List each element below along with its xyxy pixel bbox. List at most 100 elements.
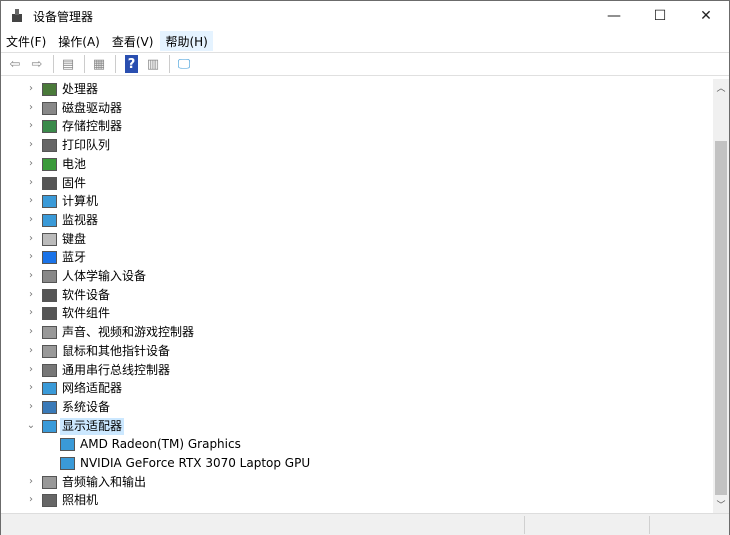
expand-chevron-icon[interactable]: › <box>25 345 37 356</box>
tree-item[interactable]: › 系统设备 <box>1 399 701 417</box>
tree-item-label: 磁盘驱动器 <box>62 100 123 115</box>
scroll-up-icon[interactable]: ︿ <box>713 81 729 94</box>
expand-chevron-icon[interactable]: › <box>25 177 37 188</box>
display-adapter-device-icon <box>60 457 75 470</box>
system-device-icon <box>42 400 57 414</box>
help-icon[interactable]: ? <box>125 55 138 73</box>
window-title: 设备管理器 <box>33 9 94 24</box>
camera-icon <box>42 494 57 508</box>
tree-item-label: 监视器 <box>62 212 99 227</box>
keyboard-icon <box>42 232 57 246</box>
tree-child-item[interactable]: NVIDIA GeForce RTX 3070 Laptop GPU <box>1 455 701 473</box>
audio-icon <box>42 475 57 489</box>
show-hide-console-tree-icon[interactable]: ▤ <box>58 55 78 73</box>
network-adapter-icon <box>42 382 57 396</box>
properties-icon[interactable]: ▦ <box>89 55 109 73</box>
tree-item-label: 音频输入和输出 <box>62 474 147 489</box>
tree-item-label: 声音、视频和游戏控制器 <box>62 325 195 340</box>
expand-chevron-icon[interactable]: › <box>25 326 37 337</box>
tree-item-label: 键盘 <box>62 231 87 246</box>
action-pane-icon[interactable]: ▥ <box>143 55 163 73</box>
tree-item-label: 处理器 <box>62 82 99 96</box>
expand-chevron-icon[interactable]: › <box>25 382 37 393</box>
expand-chevron-icon[interactable]: › <box>25 102 37 113</box>
tree-item[interactable]: › 处理器 <box>1 81 701 99</box>
tree-item-label: 打印队列 <box>62 138 111 153</box>
tree-item[interactable]: › 键盘 <box>1 231 701 249</box>
device-manager-icon <box>9 8 25 24</box>
tree-item[interactable]: › 监视器 <box>1 212 701 230</box>
tree-item[interactable]: › 软件设备 <box>1 287 701 305</box>
tree-item[interactable]: › 电池 <box>1 156 701 174</box>
processor-icon <box>42 83 57 96</box>
printer-icon <box>42 139 57 153</box>
monitor-icon <box>42 213 57 227</box>
collapse-chevron-icon[interactable]: ⌄ <box>25 420 37 431</box>
scroll-down-icon[interactable]: ﹀ <box>713 498 729 511</box>
maximize-button[interactable]: ☐ <box>637 1 683 31</box>
tree-item-label: 系统设备 <box>62 399 111 414</box>
tree-item[interactable]: › 人体学输入设备 <box>1 268 701 286</box>
tree-item[interactable]: › 照相机 <box>1 492 701 510</box>
firmware-icon <box>42 176 57 190</box>
toolbar: ⇦ ⇨ ▤ ▦? ▥ 🖵 <box>1 52 729 76</box>
hid-icon <box>42 270 57 283</box>
expand-chevron-icon[interactable]: › <box>25 139 37 150</box>
expand-chevron-icon[interactable]: › <box>25 83 37 94</box>
display-adapter-icon <box>42 419 57 433</box>
tree-child-item[interactable]: AMD Radeon(TM) Graphics <box>1 436 701 454</box>
tree-item[interactable]: › 存储控制器 <box>1 118 701 136</box>
storage-controller-icon <box>42 120 57 134</box>
menu-action[interactable]: 操作(A) <box>53 31 105 51</box>
expand-chevron-icon[interactable]: › <box>25 364 37 375</box>
tree-item[interactable]: › 通用串行总线控制器 <box>1 362 701 380</box>
expand-chevron-icon[interactable]: › <box>25 307 37 318</box>
expand-chevron-icon[interactable]: › <box>25 233 37 244</box>
tree-item[interactable]: › 计算机 <box>1 193 701 211</box>
tree-item-label: 照相机 <box>62 493 99 508</box>
tree-item[interactable]: › 磁盘驱动器 <box>1 100 701 118</box>
expand-chevron-icon[interactable]: › <box>25 401 37 412</box>
tree-item[interactable]: › 鼠标和其他指针设备 <box>1 343 701 361</box>
tree-item-label: 存储控制器 <box>62 119 123 134</box>
tree-item-label: 蓝牙 <box>62 250 87 265</box>
menu-file[interactable]: 文件(F) <box>1 31 51 51</box>
expand-chevron-icon[interactable]: › <box>25 214 37 225</box>
expand-chevron-icon[interactable]: › <box>25 251 37 262</box>
minimize-button[interactable]: — <box>591 1 637 31</box>
expand-chevron-icon[interactable]: › <box>25 476 37 487</box>
menu-bar: 文件(F) 操作(A) 查看(V) 帮助(H) <box>1 31 215 51</box>
forward-icon[interactable]: ⇨ <box>27 55 47 73</box>
tree-item-label: 通用串行总线控制器 <box>62 362 171 377</box>
expand-chevron-icon[interactable]: › <box>25 158 37 169</box>
sound-icon <box>42 326 57 340</box>
tree-item[interactable]: › 打印队列 <box>1 137 701 155</box>
back-icon[interactable]: ⇦ <box>5 55 25 73</box>
tree-item[interactable]: › 网络适配器 <box>1 380 701 398</box>
expand-chevron-icon[interactable]: › <box>25 195 37 206</box>
expand-chevron-icon[interactable]: › <box>25 270 37 281</box>
expand-chevron-icon[interactable]: › <box>25 494 37 505</box>
close-button[interactable]: ✕ <box>683 1 729 31</box>
software-component-icon <box>42 307 57 321</box>
menu-help[interactable]: 帮助(H) <box>160 31 213 51</box>
tree-item[interactable]: › 固件 <box>1 175 701 193</box>
scan-hardware-icon[interactable]: 🖵 <box>174 55 194 73</box>
tree-item[interactable]: › 软件组件 <box>1 305 701 323</box>
menu-view[interactable]: 查看(V) <box>107 31 159 51</box>
tree-item-label: 鼠标和其他指针设备 <box>62 343 171 358</box>
expand-chevron-icon[interactable]: › <box>25 289 37 300</box>
tree-item-label: 固件 <box>62 175 87 190</box>
mouse-icon <box>42 344 57 358</box>
software-device-icon <box>42 288 57 302</box>
tree-item[interactable]: › 音频输入和输出 <box>1 474 701 492</box>
expand-chevron-icon[interactable]: › <box>25 120 37 131</box>
vertical-scrollbar[interactable]: ︿ ﹀ <box>713 79 729 513</box>
tree-item-label: 人体学输入设备 <box>62 269 147 283</box>
tree-item[interactable]: ⌄ 显示适配器 <box>1 417 701 436</box>
tree-item-label: NVIDIA GeForce RTX 3070 Laptop GPU <box>80 456 311 470</box>
tree-item[interactable]: › 声音、视频和游戏控制器 <box>1 324 701 342</box>
tree-item-label: AMD Radeon(TM) Graphics <box>80 437 241 452</box>
scrollbar-thumb[interactable] <box>715 141 727 495</box>
tree-item[interactable]: › 蓝牙 <box>1 249 701 267</box>
